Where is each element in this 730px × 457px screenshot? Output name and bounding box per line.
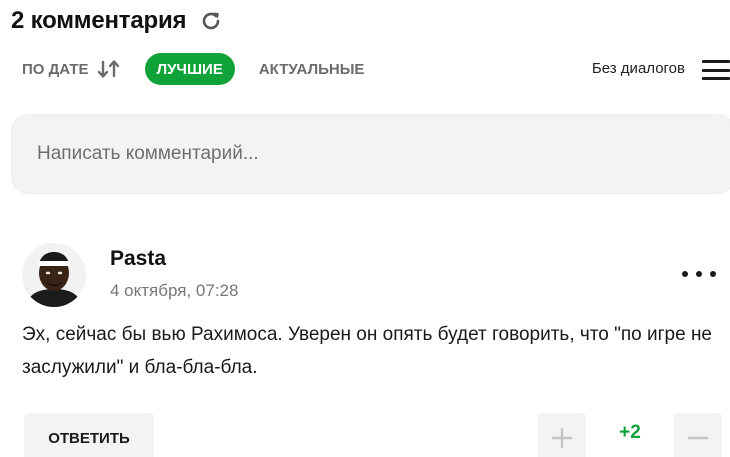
comments-header: 2 комментария [11, 6, 224, 36]
downvote-button[interactable] [674, 413, 722, 457]
sort-arrows-icon [97, 59, 121, 79]
sort-by-date-button[interactable]: ПО ДАТЕ [22, 59, 121, 79]
no-dialogs-toggle[interactable]: Без диалогов [592, 60, 685, 77]
comment-author[interactable]: Pasta [110, 247, 166, 271]
sort-actual-button[interactable]: АКТУАЛЬНЫЕ [259, 61, 365, 78]
reply-button[interactable]: ОТВЕТИТЬ [24, 413, 154, 457]
upvote-button[interactable] [538, 413, 586, 457]
sort-filters: ПО ДАТЕ ЛУЧШИЕ АКТУАЛЬНЫЕ Без диалогов [22, 52, 730, 86]
comment-text: Эх, сейчас бы вью Рахимоса. Уверен он оп… [22, 324, 713, 378]
avatar[interactable] [22, 243, 86, 307]
comment-date: 4 октября, 07:28 [110, 281, 239, 300]
sort-by-date-label: ПО ДАТЕ [22, 60, 89, 78]
comments-count-title: 2 комментария [11, 7, 187, 34]
vote-score: +2 [619, 422, 641, 443]
sort-best-button[interactable]: ЛУЧШИЕ [144, 53, 235, 85]
minus-icon [687, 436, 709, 440]
more-options-icon[interactable] [682, 268, 716, 280]
plus-icon [551, 427, 573, 449]
comment-input[interactable]: Написать комментарий... [11, 114, 730, 194]
refresh-icon[interactable] [198, 8, 224, 34]
menu-icon[interactable] [702, 60, 730, 80]
